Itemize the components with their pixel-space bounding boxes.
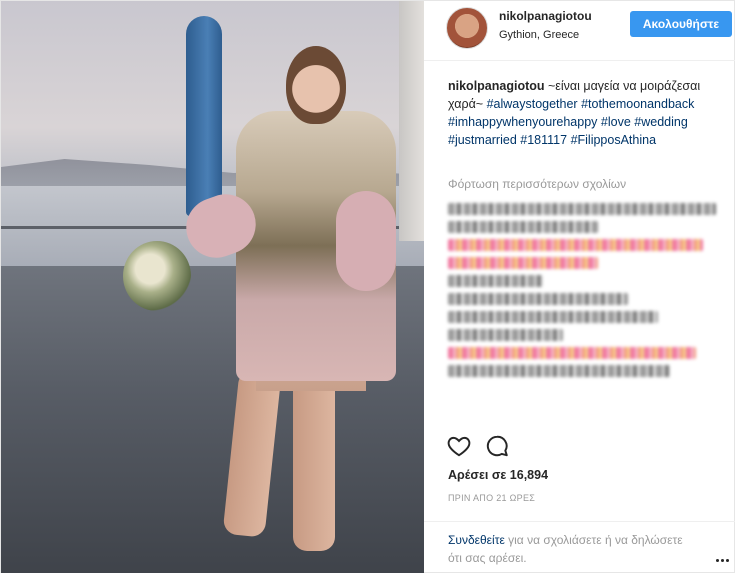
hashtag-link[interactable]: #FilipposAthina [571,133,656,147]
blurred-comments [448,198,718,383]
load-more-comments-link[interactable]: Φόρτωση περισσότερων σχολίων [448,177,626,191]
hashtag-link[interactable]: #imhappywhenyourehappy [448,115,597,129]
heart-icon[interactable] [446,433,472,459]
comment-footer: Συνδεθείτε για να σχολιάσετε ή να δηλώσε… [424,521,735,573]
header-location[interactable]: Gythion, Greece [499,29,579,41]
photo-woman-head [286,46,346,124]
blurred-comment-line [448,365,670,377]
login-prompt: Συνδεθείτε για να σχολιάσετε ή να δηλώσε… [448,531,698,567]
comment-bubble-icon[interactable] [484,433,510,459]
header-username[interactable]: nikolpanagiotou [499,9,592,23]
blurred-comment-line [448,239,703,251]
photo-blue-umbrella [186,16,222,216]
blurred-comment-line [448,293,628,305]
likes-count[interactable]: Αρέσει σε 16,894 [448,468,548,482]
post-caption: nikolpanagiotou ~είναι μαγεία να μοιράζε… [448,77,728,149]
photo-boot-right [293,376,335,551]
blurred-comment-line [448,221,598,233]
photo-white-umbrella [399,1,424,241]
login-link[interactable]: Συνδεθείτε [448,533,505,547]
post-photo[interactable] [1,1,424,573]
blurred-comment-line [448,257,598,269]
hashtag-link[interactable]: #alwaystogether [487,97,578,111]
hashtag-link[interactable]: #justmarried [448,133,517,147]
post-header: nikolpanagiotou Gythion, Greece Ακολουθή… [424,1,735,61]
blurred-comment-line [448,347,696,359]
instagram-post: nikolpanagiotou Gythion, Greece Ακολουθή… [0,0,735,573]
ellipsis-icon[interactable] [713,550,733,562]
photo-sleeve-right [336,191,396,291]
hashtag-link[interactable]: #tothemoonandback [581,97,694,111]
avatar[interactable] [446,7,488,49]
hashtag-link[interactable]: #wedding [634,115,688,129]
hashtag-link[interactable]: #181117 [520,133,567,147]
blurred-comment-line [448,329,563,341]
blurred-comment-line [448,275,543,287]
post-timestamp: ΠΡΙΝ ΑΠΟ 21 ΩΡΕΣ [448,493,536,503]
follow-button[interactable]: Ακολουθήστε [630,11,732,37]
blurred-comment-line [448,311,658,323]
post-side-panel: nikolpanagiotou Gythion, Greece Ακολουθή… [424,1,735,573]
photo-bouquet [123,241,191,311]
post-actions [446,433,526,459]
blurred-comment-line [448,203,716,215]
caption-username[interactable]: nikolpanagiotou [448,79,545,93]
hashtag-link[interactable]: #love [601,115,631,129]
